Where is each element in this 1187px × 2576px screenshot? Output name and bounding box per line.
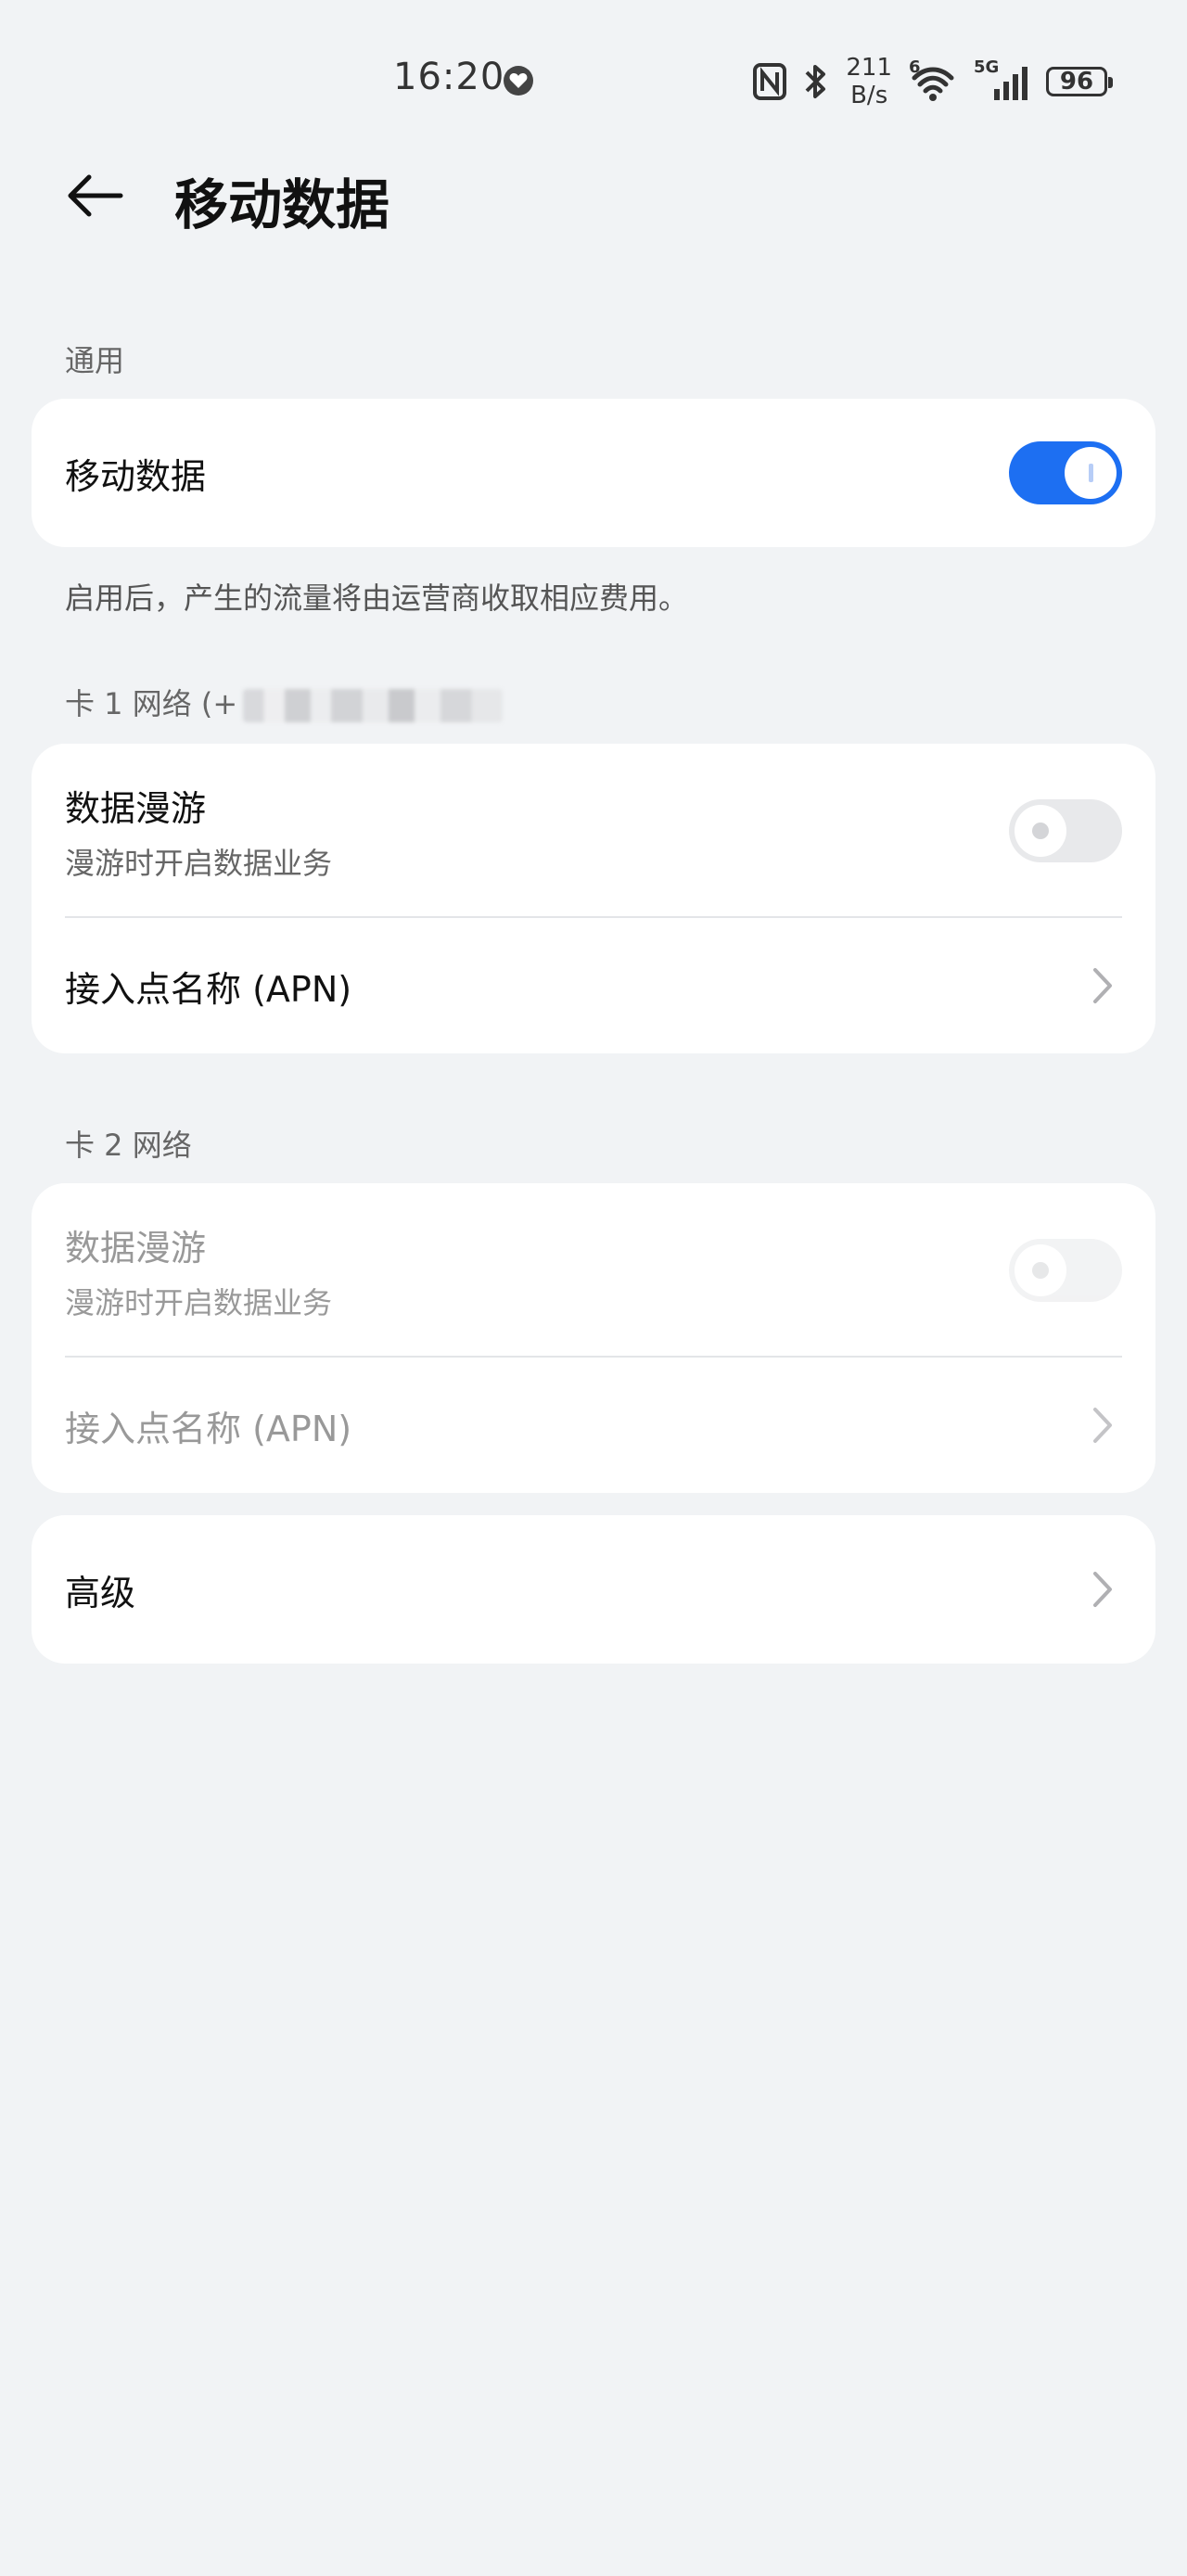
battery-icon: 96: [1046, 67, 1113, 96]
section-title-sim2: 卡 2 网络: [65, 1128, 192, 1163]
sim2-apn-row[interactable]: 接入点名称 (APN): [32, 1358, 1155, 1493]
card-sim2: 数据漫游 漫游时开启数据业务 接入点名称 (APN): [32, 1183, 1155, 1493]
section-title-sim1: 卡 1 网络 (+: [65, 681, 504, 723]
bluetooth-icon: [805, 65, 826, 98]
sim1-apn-row[interactable]: 接入点名称 (APN): [32, 918, 1155, 1053]
net-speed-value: 211: [846, 54, 892, 82]
sim2-roaming-sub: 漫游时开启数据业务: [65, 1284, 333, 1320]
status-bar: 16:20 211 B/s 6 5G 96: [0, 0, 1187, 158]
chevron-right-icon: [1087, 1566, 1118, 1613]
page-title: 移动数据: [174, 173, 390, 236]
card-advanced: 高级: [32, 1515, 1155, 1664]
wifi-label: 6: [909, 57, 921, 77]
wifi-icon: 6: [909, 57, 957, 102]
net-speed-unit: B/s: [850, 82, 888, 109]
back-button[interactable]: [63, 163, 128, 228]
sim1-roaming-label: 数据漫游: [65, 787, 207, 829]
cell-signal-icon: 5G: [974, 57, 1029, 102]
advanced-row[interactable]: 高级: [32, 1515, 1155, 1664]
sim1-roaming-toggle[interactable]: [1009, 799, 1122, 862]
battery-level: 96: [1059, 68, 1094, 96]
card-sim1: 数据漫游 漫游时开启数据业务 接入点名称 (APN): [32, 744, 1155, 1053]
mobile-data-toggle[interactable]: [1009, 441, 1122, 504]
sim2-roaming-toggle[interactable]: [1009, 1239, 1122, 1302]
mobile-data-label: 移动数据: [65, 455, 207, 497]
sim1-roaming-row[interactable]: 数据漫游 漫游时开启数据业务: [32, 744, 1155, 918]
section-title-sim1-label: 卡 1 网络 (+: [65, 686, 238, 721]
card-general: 移动数据: [32, 399, 1155, 547]
net-speed: 211 B/s: [846, 54, 892, 109]
toggle-knob: [1015, 805, 1066, 857]
sim2-roaming-row[interactable]: 数据漫游 漫游时开启数据业务: [32, 1183, 1155, 1358]
mobile-data-note: 启用后，产生的流量将由运营商收取相应费用。: [65, 580, 689, 616]
nfc-icon: [753, 63, 787, 100]
mobile-data-row[interactable]: 移动数据: [32, 399, 1155, 547]
signal-label: 5G: [974, 57, 1000, 77]
redacted-phone-number: [243, 689, 504, 722]
sim2-roaming-label: 数据漫游: [65, 1227, 207, 1269]
app-header: 移动数据: [0, 139, 1187, 250]
toggle-knob: [1065, 447, 1117, 499]
section-title-general: 通用: [65, 343, 125, 378]
status-icons: 211 B/s 6 5G 96: [753, 54, 1113, 109]
advanced-label: 高级: [65, 1572, 136, 1613]
arrow-left-icon: [68, 174, 123, 217]
toggle-knob: [1015, 1244, 1066, 1296]
chevron-right-icon: [1087, 963, 1118, 1009]
chevron-right-icon: [1087, 1402, 1118, 1448]
sim1-apn-label: 接入点名称 (APN): [65, 968, 352, 1010]
heart-icon: [504, 66, 533, 96]
sim1-roaming-sub: 漫游时开启数据业务: [65, 845, 333, 881]
status-time: 16:20: [393, 56, 505, 98]
sim2-apn-label: 接入点名称 (APN): [65, 1408, 352, 1449]
